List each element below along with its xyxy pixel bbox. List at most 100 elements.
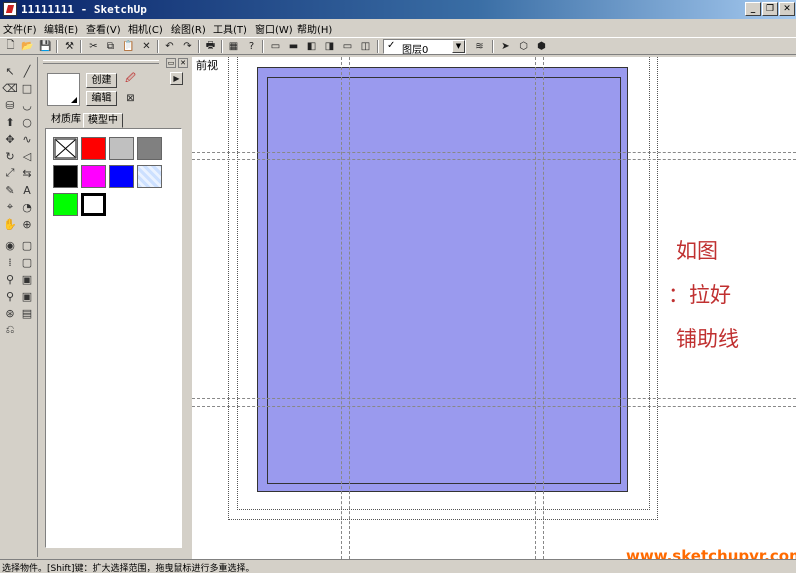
restore-icon[interactable]: ❐ <box>762 2 778 16</box>
make-component-icon[interactable]: ⚒ <box>62 39 77 54</box>
copy-icon[interactable]: ⧉ <box>103 39 118 54</box>
zoom-window-icon[interactable]: ⚲ <box>2 288 18 304</box>
walk-icon[interactable]: ⁞ <box>2 254 18 270</box>
model-info-icon[interactable]: ▦ <box>226 39 241 54</box>
guide-line-h3[interactable] <box>192 398 796 399</box>
swatch-green[interactable] <box>53 193 78 216</box>
walk-arrow-icon[interactable]: ➤ <box>498 39 513 54</box>
menu-edit[interactable]: 编辑(E) <box>44 21 78 36</box>
drawing-viewport[interactable]: 前视 如图 ：拉好 铺助线 www.sketchupvr.com <box>192 57 796 559</box>
swatch-gray[interactable] <box>137 137 162 160</box>
orbit-icon[interactable]: ✋ <box>2 216 18 232</box>
open-folder-icon[interactable]: 📂 <box>20 39 35 54</box>
swatch-black[interactable] <box>53 165 78 188</box>
swatch-blue[interactable] <box>109 165 134 188</box>
tape-measure-icon[interactable]: ✎ <box>2 182 18 198</box>
offset-icon[interactable]: ⌖ <box>2 199 18 215</box>
push-pull-icon[interactable]: ⬆ <box>2 114 18 130</box>
swatch-light-texture[interactable] <box>137 165 162 188</box>
zoom-extents-icon[interactable]: ⊛ <box>2 305 18 321</box>
menu-view[interactable]: 查看(V) <box>86 21 121 36</box>
guide-line-h1[interactable] <box>192 152 796 153</box>
view-front-icon[interactable]: ◧ <box>304 39 319 54</box>
view-left-icon[interactable]: ◫ <box>358 39 373 54</box>
panel-close-icon[interactable]: ✕ <box>178 58 188 68</box>
protractor-icon[interactable]: ◔ <box>19 199 35 215</box>
view-back-icon[interactable]: ▭ <box>340 39 355 54</box>
swatch-red[interactable] <box>81 137 106 160</box>
select-arrow-icon[interactable]: ↖ <box>2 63 18 79</box>
tab-in-model[interactable]: 模型中 <box>83 113 123 128</box>
paste-icon[interactable]: 📋 <box>121 39 136 54</box>
panel-float-icon[interactable]: ▭ <box>166 58 176 68</box>
view-iso-icon[interactable]: ▭ <box>268 39 283 54</box>
eyedropper-icon[interactable]: 🖉 <box>123 72 138 87</box>
guide-line-v1[interactable] <box>341 57 342 559</box>
section-plane-icon[interactable]: ⬡ <box>516 39 531 54</box>
arc-icon[interactable]: ◡ <box>19 97 35 113</box>
freehand-icon[interactable]: ∿ <box>19 131 35 147</box>
panel-expand-icon[interactable]: ▶ <box>170 72 183 85</box>
cube-textured-icon[interactable]: ▤ <box>19 305 35 321</box>
view-right-icon[interactable]: ◨ <box>322 39 337 54</box>
line-icon[interactable]: ╱ <box>19 63 35 79</box>
undo-icon[interactable]: ↶ <box>162 39 177 54</box>
chevron-down-icon[interactable]: ▼ <box>452 40 465 53</box>
menu-help[interactable]: 帮助(H) <box>297 21 332 36</box>
paint-bucket-icon[interactable]: ⛁ <box>2 97 18 113</box>
panel-grip[interactable] <box>43 60 159 64</box>
guide-line-v3[interactable] <box>535 57 536 559</box>
zoom-icon[interactable]: ⚲ <box>2 271 18 287</box>
menu-tools[interactable]: 工具(T) <box>213 21 247 36</box>
guide-line-v2[interactable] <box>349 57 350 559</box>
menu-draw[interactable]: 绘图(R) <box>171 21 206 36</box>
menu-file[interactable]: 文件(F) <box>3 21 37 36</box>
swatch-magenta[interactable] <box>81 165 106 188</box>
layer-manager-icon[interactable]: ≋ <box>472 39 487 54</box>
context-help-icon[interactable]: ? <box>244 39 259 54</box>
new-file-icon[interactable]: 🗋 <box>3 39 18 54</box>
rotate-icon[interactable]: ↻ <box>2 148 18 164</box>
guide-line-h4[interactable] <box>192 406 796 407</box>
move-icon[interactable]: ✥ <box>2 131 18 147</box>
axes-icon[interactable]: ⊕ <box>19 216 35 232</box>
cube-hidden-line-icon[interactable]: ▣ <box>19 271 35 287</box>
tab-library[interactable]: 材质库 <box>47 113 85 128</box>
save-icon[interactable]: 💾 <box>38 39 53 54</box>
close-icon[interactable]: ✕ <box>779 2 795 16</box>
cube-shaded-icon[interactable]: ▣ <box>19 288 35 304</box>
guide-line-v4[interactable] <box>543 57 544 559</box>
redo-icon[interactable]: ↷ <box>180 39 195 54</box>
polygon-icon[interactable]: ◁ <box>19 148 35 164</box>
layer-select[interactable]: ✓ 图层0 ▼ <box>383 39 466 56</box>
erase-icon[interactable]: ✕ <box>139 39 154 54</box>
rectangle-icon[interactable]: □ <box>19 80 35 96</box>
layer-name: 图层0 <box>402 45 429 56</box>
swatch-silver[interactable] <box>109 137 134 160</box>
sketchup-app-icon[interactable] <box>3 2 17 16</box>
swatch-white-selected[interactable] <box>81 193 106 216</box>
scale-icon[interactable]: ⤢ <box>2 165 18 181</box>
previous-view-icon[interactable]: ⎌ <box>2 322 18 338</box>
guide-line-h2[interactable] <box>192 159 796 160</box>
layer-visible-check-icon: ✓ <box>387 40 396 51</box>
circle-icon[interactable]: ○ <box>19 114 35 130</box>
menu-camera[interactable]: 相机(C) <box>128 21 163 36</box>
create-material-button[interactable]: 创建 <box>86 73 117 88</box>
view-top-icon[interactable]: ▬ <box>286 39 301 54</box>
cube-wireframe-icon[interactable]: ▢ <box>19 254 35 270</box>
face-inner-rect[interactable] <box>267 77 621 484</box>
edit-material-button[interactable]: 编辑 <box>86 91 117 106</box>
look-around-icon[interactable]: ◉ <box>2 237 18 253</box>
follow-me-icon[interactable]: ⇆ <box>19 165 35 181</box>
minimize-icon[interactable]: _ <box>745 2 761 16</box>
cube-xray-icon[interactable]: ▢ <box>19 237 35 253</box>
section-display-icon[interactable]: ⬢ <box>534 39 549 54</box>
text-icon[interactable]: A <box>19 182 35 198</box>
eraser-icon[interactable]: ⌫ <box>2 80 18 96</box>
cut-icon[interactable]: ✂ <box>86 39 101 54</box>
swatch-default[interactable] <box>53 137 78 160</box>
menu-window[interactable]: 窗口(W) <box>255 21 293 36</box>
print-icon[interactable]: 🖶 <box>203 39 218 54</box>
default-material-icon[interactable]: ⊠ <box>123 91 138 106</box>
